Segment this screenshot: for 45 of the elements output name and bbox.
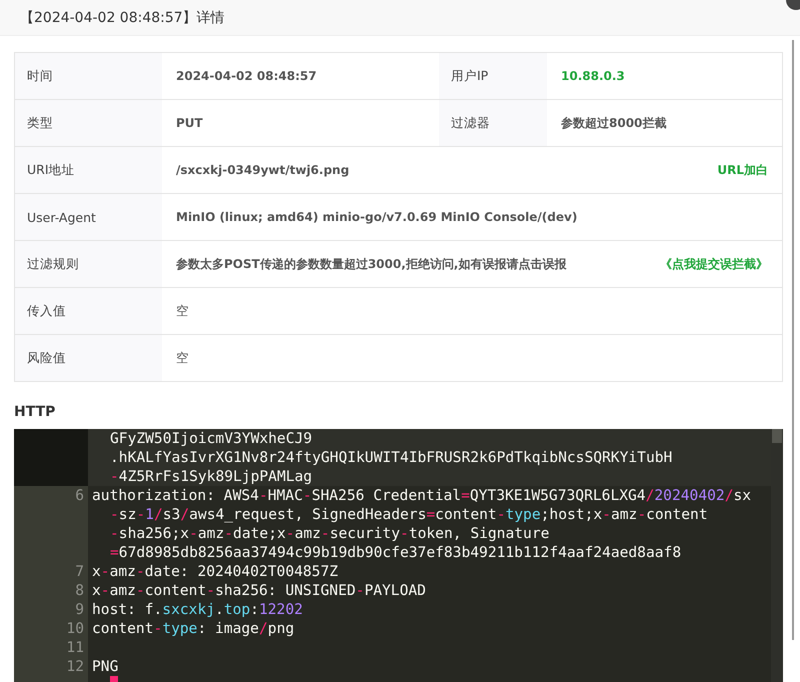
scrollbar[interactable] (771, 429, 783, 682)
value-text: 2024-04-02 08:48:57 (176, 69, 317, 83)
line-number: 6 (75, 487, 84, 504)
value-text: /sxcxkj-0349ywt/twj6.png (176, 163, 350, 177)
code-line: =67d8985db8256aa37494c99b19db90cfe37ef83b49211b112f4aaf24aed8aaf8 (110, 543, 682, 562)
code-line: content-type: image/png (92, 619, 294, 638)
code-line: host: f.sxcxkj.top:12202 (92, 600, 303, 619)
label-cell: 过滤规则 (15, 241, 162, 287)
value-text: 参数超过8000拦截 (561, 114, 666, 132)
action-link[interactable]: 《点我提交误拦截》 (660, 256, 768, 272)
line-number: 12 (66, 658, 84, 675)
line-number: 11 (66, 639, 84, 656)
label-cell: 传入值 (15, 288, 162, 334)
value-text: 参数太多POST传递的参数数量超过3000,拒绝访问,如有误报请点击误报 (176, 256, 566, 272)
line-number: 8 (75, 582, 84, 599)
code-line: -4Z5RrFs1Syk89LjpPAMLag (110, 467, 312, 486)
section-heading: HTTP (14, 404, 56, 420)
label-cell: 类型 (15, 100, 162, 146)
code-editor[interactable] (14, 429, 783, 682)
label-cell: 用户IP (439, 53, 547, 99)
code-line: -sz-1/s3/aws4_request, SignedHeaders=content-type;host;x-amz-content (110, 505, 708, 524)
label-cell: URI地址 (15, 147, 162, 193)
label-cell: 时间 (15, 53, 162, 99)
code-line: x-amz-content-sha256: UNSIGNED-PAYLOAD (92, 581, 426, 600)
dialog-title: 【2024-04-02 08:48:57】详情 (20, 8, 225, 26)
value-text: 10.88.0.3 (561, 69, 625, 83)
label-cell: 风险值 (15, 335, 162, 381)
line-number: 10 (66, 620, 84, 637)
line-number: 9 (75, 601, 84, 618)
value-text: MinIO (linux; amd64) minio-go/v7.0.69 MinIO Console/(dev) (176, 210, 578, 224)
label-cell: User-Agent (15, 194, 162, 240)
code-line: PNG (92, 657, 118, 676)
line-number: 7 (75, 563, 84, 580)
code-line: -sha256;x-amz-date;x-amz-security-token, Signature (110, 524, 550, 543)
scrollbar[interactable] (792, 40, 794, 640)
code-line: .hKALfYasIvrXG1Nv8r24ftyGHQIkUWIT4IbFRUSR2k6PdTkqibNcsSQRKYiTubH (110, 448, 672, 467)
scrollbar-thumb[interactable] (772, 429, 782, 443)
value-text: PUT (176, 116, 203, 130)
value-text: 空 (176, 350, 189, 366)
code-line: GFyZW50IjoicmV3YWxheCJ9 (110, 429, 312, 448)
label-cell: 过滤器 (439, 100, 547, 146)
value-text: 空 (176, 302, 189, 320)
action-link[interactable]: URL加白 (717, 162, 768, 178)
code-line: x-amz-date: 20240402T004857Z (92, 562, 338, 581)
code-line: authorization: AWS4-HMAC-SHA256 Credential=QYT3KE1W5G73QRL6LXG4/20240402/sx (92, 486, 752, 505)
